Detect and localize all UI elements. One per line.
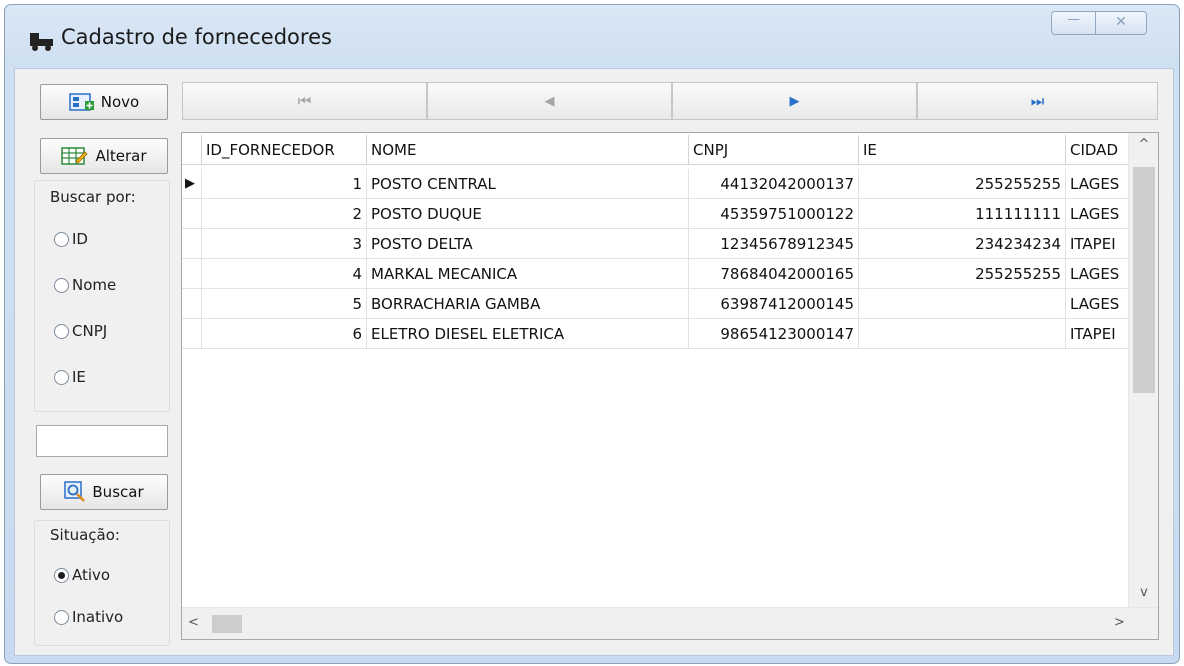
buscar-label: Buscar xyxy=(92,483,144,501)
cell-cnpj[interactable]: 78684042000165 xyxy=(689,259,859,289)
column-header-cnpj[interactable]: CNPJ xyxy=(689,135,859,165)
cell-ie[interactable] xyxy=(859,289,1066,319)
row-indicator xyxy=(182,229,202,259)
nav-last-button[interactable]: ⏭ xyxy=(917,82,1158,120)
cell-cidade[interactable]: LAGES xyxy=(1066,199,1128,229)
nav-next-button[interactable]: ▶ xyxy=(672,82,917,120)
close-icon: ✕ xyxy=(1115,14,1127,30)
nav-first-button[interactable]: ⏮ xyxy=(182,82,427,120)
cell-cidade[interactable]: ITAPEI xyxy=(1066,229,1128,259)
cell-cnpj[interactable]: 63987412000145 xyxy=(689,289,859,319)
cell-cidade[interactable]: LAGES xyxy=(1066,169,1128,199)
radio-circle xyxy=(54,609,69,625)
radio-id[interactable]: ID xyxy=(54,230,88,248)
cell-nome[interactable]: POSTO DUQUE xyxy=(367,199,689,229)
radio-label-id: ID xyxy=(72,230,88,248)
situacao-group-title: Situação: xyxy=(50,526,120,544)
radio-nome[interactable]: Nome xyxy=(54,276,116,294)
radio-inativo[interactable]: Inativo xyxy=(54,608,123,626)
scroll-down-icon[interactable]: v xyxy=(1129,585,1158,600)
cell-id[interactable]: 2 xyxy=(202,199,367,229)
radio-circle xyxy=(54,277,69,293)
column-header-cidade[interactable]: CIDAD xyxy=(1066,135,1128,165)
search-icon xyxy=(64,481,86,502)
novo-label: Novo xyxy=(100,93,140,111)
data-grid[interactable]: ID_FORNECEDOR NOME CNPJ IE CIDAD ▶ 1 POS… xyxy=(181,132,1159,640)
nav-prev-button[interactable]: ◀ xyxy=(427,82,672,120)
cell-nome[interactable]: MARKAL MECANICA xyxy=(367,259,689,289)
window-title: Cadastro de fornecedores xyxy=(61,25,332,49)
row-indicator xyxy=(182,319,202,349)
column-header-ie[interactable]: IE xyxy=(859,135,1066,165)
cell-cnpj[interactable]: 98654123000147 xyxy=(689,319,859,349)
cell-cidade[interactable]: LAGES xyxy=(1066,289,1128,319)
vertical-scrollbar[interactable]: ^ v xyxy=(1128,133,1158,607)
cell-ie[interactable]: 111111111 xyxy=(859,199,1066,229)
prev-record-icon: ◀ xyxy=(544,93,555,109)
row-indicator xyxy=(182,199,202,229)
scroll-right-icon[interactable]: > xyxy=(1114,615,1125,630)
cell-nome[interactable]: POSTO CENTRAL xyxy=(367,169,689,199)
current-row-icon: ▶ xyxy=(182,169,202,199)
novo-button[interactable]: Novo xyxy=(40,84,168,120)
row-indicator-header xyxy=(182,135,202,165)
scroll-up-icon[interactable]: ^ xyxy=(1129,137,1158,152)
cell-id[interactable]: 4 xyxy=(202,259,367,289)
radio-ativo[interactable]: Ativo xyxy=(54,566,110,584)
cell-id[interactable]: 3 xyxy=(202,229,367,259)
column-header-nome[interactable]: NOME xyxy=(367,135,689,165)
cell-cnpj[interactable]: 12345678912345 xyxy=(689,229,859,259)
cell-nome[interactable]: POSTO DELTA xyxy=(367,229,689,259)
radio-label-ativo: Ativo xyxy=(72,566,111,584)
cell-cnpj[interactable]: 45359751000122 xyxy=(689,199,859,229)
cell-ie[interactable]: 234234234 xyxy=(859,229,1066,259)
cell-nome[interactable]: BORRACHARIA GAMBA xyxy=(367,289,689,319)
minimize-icon: — xyxy=(1067,12,1080,27)
cell-id[interactable]: 1 xyxy=(202,169,367,199)
radio-label-nome: Nome xyxy=(72,276,117,294)
cell-cidade[interactable]: LAGES xyxy=(1066,259,1128,289)
cell-ie[interactable]: 255255255 xyxy=(859,169,1066,199)
radio-ie[interactable]: IE xyxy=(54,368,86,386)
horizontal-scrollbar[interactable]: < > xyxy=(182,607,1158,639)
column-header-id[interactable]: ID_FORNECEDOR xyxy=(202,135,367,165)
truck-icon xyxy=(30,33,53,51)
cell-cnpj[interactable]: 44132042000137 xyxy=(689,169,859,199)
search-group-title: Buscar por: xyxy=(50,188,136,206)
search-input[interactable] xyxy=(36,425,168,457)
first-record-icon: ⏮ xyxy=(297,92,312,110)
radio-circle xyxy=(54,369,69,385)
cell-ie[interactable]: 255255255 xyxy=(859,259,1066,289)
cell-id[interactable]: 5 xyxy=(202,289,367,319)
cell-ie[interactable] xyxy=(859,319,1066,349)
radio-label-cnpj: CNPJ xyxy=(72,322,108,340)
radio-circle-selected xyxy=(54,567,69,583)
new-record-icon xyxy=(69,93,94,111)
radio-cnpj[interactable]: CNPJ xyxy=(54,322,107,340)
edit-record-icon xyxy=(61,147,89,165)
last-record-icon: ⏭ xyxy=(1030,92,1045,110)
close-button[interactable]: ✕ xyxy=(1095,11,1147,35)
radio-circle xyxy=(54,231,69,247)
vertical-scroll-thumb[interactable] xyxy=(1133,167,1155,393)
radio-label-inativo: Inativo xyxy=(72,608,124,626)
next-record-icon: ▶ xyxy=(789,93,800,109)
cell-cidade[interactable]: ITAPEI xyxy=(1066,319,1128,349)
radio-label-ie: IE xyxy=(72,368,86,386)
row-indicator xyxy=(182,259,202,289)
cell-id[interactable]: 6 xyxy=(202,319,367,349)
alterar-label: Alterar xyxy=(95,147,147,165)
cell-nome[interactable]: ELETRO DIESEL ELETRICA xyxy=(367,319,689,349)
buscar-button[interactable]: Buscar xyxy=(40,474,168,510)
row-indicator xyxy=(182,289,202,319)
alterar-button[interactable]: Alterar xyxy=(40,138,168,174)
minimize-button[interactable]: — xyxy=(1051,11,1095,35)
radio-circle xyxy=(54,323,69,339)
scroll-left-icon[interactable]: < xyxy=(188,615,199,630)
horizontal-scroll-thumb[interactable] xyxy=(212,615,242,633)
